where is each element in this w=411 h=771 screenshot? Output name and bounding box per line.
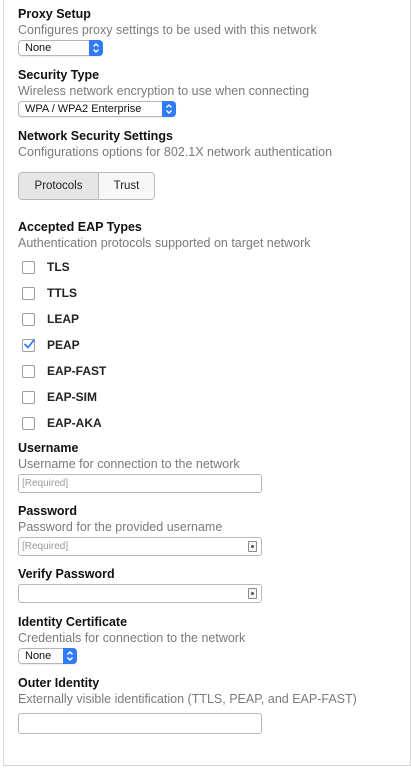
checkbox[interactable] <box>22 260 35 274</box>
password-keychain-icon[interactable] <box>248 588 257 599</box>
eap-type-eap-aka[interactable]: EAP-AKA <box>18 410 403 436</box>
eap-type-ttls[interactable]: TTLS <box>18 280 403 306</box>
select-stepper-icon <box>89 40 103 56</box>
username-input[interactable]: [Required] <box>18 474 262 493</box>
username-label: Username <box>18 441 79 455</box>
eap-types-description: Authentication protocols supported on ta… <box>18 236 311 250</box>
eap-types-label: Accepted EAP Types <box>18 220 142 234</box>
tab-protocols[interactable]: Protocols <box>19 173 99 199</box>
eap-type-label: PEAP <box>47 338 80 352</box>
network-settings-form: Proxy Setup Configures proxy settings to… <box>18 6 403 734</box>
checkbox[interactable] <box>22 364 35 378</box>
verify-password-input[interactable] <box>18 584 262 603</box>
eap-type-leap[interactable]: LEAP <box>18 306 403 332</box>
username-section: Username Username for connection to the … <box>18 440 403 493</box>
outer-identity-description: Externally visible identification (TTLS,… <box>18 692 357 706</box>
network-security-tabs: Protocols Trust <box>18 172 155 200</box>
password-description: Password for the provided username <box>18 520 223 534</box>
select-stepper-icon <box>162 101 176 117</box>
security-type-value: WPA / WPA2 Enterprise <box>25 103 142 115</box>
identity-certificate-select[interactable]: None <box>18 648 77 664</box>
eap-type-label: EAP-SIM <box>47 390 98 404</box>
security-type-select[interactable]: WPA / WPA2 Enterprise <box>18 101 176 117</box>
outer-identity-input[interactable] <box>18 713 262 734</box>
proxy-setup-label: Proxy Setup <box>18 7 91 21</box>
eap-type-label: LEAP <box>47 312 80 326</box>
eap-type-label: TLS <box>47 260 70 274</box>
eap-type-eap-sim[interactable]: EAP-SIM <box>18 384 403 410</box>
network-security-description: Configurations options for 802.1X networ… <box>18 145 333 159</box>
checkbox[interactable] <box>22 390 35 404</box>
network-security-section: Network Security Settings Configurations… <box>18 128 403 200</box>
identity-certificate-description: Credentials for connection to the networ… <box>18 631 246 645</box>
security-type-label: Security Type <box>18 68 100 82</box>
eap-type-eap-fast[interactable]: EAP-FAST <box>18 358 403 384</box>
proxy-setup-section: Proxy Setup Configures proxy settings to… <box>18 6 403 56</box>
password-input[interactable]: [Required] <box>18 537 262 556</box>
outer-identity-label: Outer Identity <box>18 676 100 690</box>
proxy-setup-value: None <box>25 42 52 54</box>
password-placeholder: [Required] <box>22 541 69 552</box>
eap-type-tls[interactable]: TLS <box>18 254 403 280</box>
verify-password-section: Verify Password <box>18 566 403 603</box>
checkbox[interactable] <box>22 286 35 300</box>
password-section: Password Password for the provided usern… <box>18 503 403 556</box>
proxy-setup-description: Configures proxy settings to be used wit… <box>18 23 317 37</box>
security-type-section: Security Type Wireless network encryptio… <box>18 67 403 117</box>
eap-type-peap[interactable]: PEAP <box>18 332 403 358</box>
username-description: Username for connection to the network <box>18 457 240 471</box>
eap-type-label: EAP-AKA <box>47 416 102 430</box>
proxy-setup-select[interactable]: None <box>18 40 103 56</box>
username-placeholder: [Required] <box>22 478 69 489</box>
outer-identity-section: Outer Identity Externally visible identi… <box>18 675 403 734</box>
tab-trust[interactable]: Trust <box>99 173 154 199</box>
identity-certificate-label: Identity Certificate <box>18 615 128 629</box>
panel-border-bottom <box>3 765 411 766</box>
eap-type-label: TTLS <box>47 286 77 300</box>
eap-types-section: Accepted EAP Types Authentication protoc… <box>18 219 403 436</box>
password-label: Password <box>18 504 78 518</box>
identity-certificate-section: Identity Certificate Credentials for con… <box>18 614 403 664</box>
eap-type-label: EAP-FAST <box>47 364 107 378</box>
checkbox[interactable] <box>22 312 35 326</box>
eap-types-list: TLS TTLS LEAP PEAP EAP-FAST EAP-SIM EAP-… <box>18 254 403 436</box>
network-security-label: Network Security Settings <box>18 129 173 143</box>
panel-border-left <box>3 0 4 765</box>
checkmark-icon <box>24 338 35 348</box>
verify-password-label: Verify Password <box>18 567 115 581</box>
security-type-description: Wireless network encryption to use when … <box>18 84 310 98</box>
checkbox-checked[interactable] <box>22 338 35 352</box>
identity-certificate-value: None <box>25 650 52 662</box>
select-stepper-icon <box>63 648 77 664</box>
checkbox[interactable] <box>22 416 35 430</box>
password-keychain-icon[interactable] <box>248 541 257 552</box>
